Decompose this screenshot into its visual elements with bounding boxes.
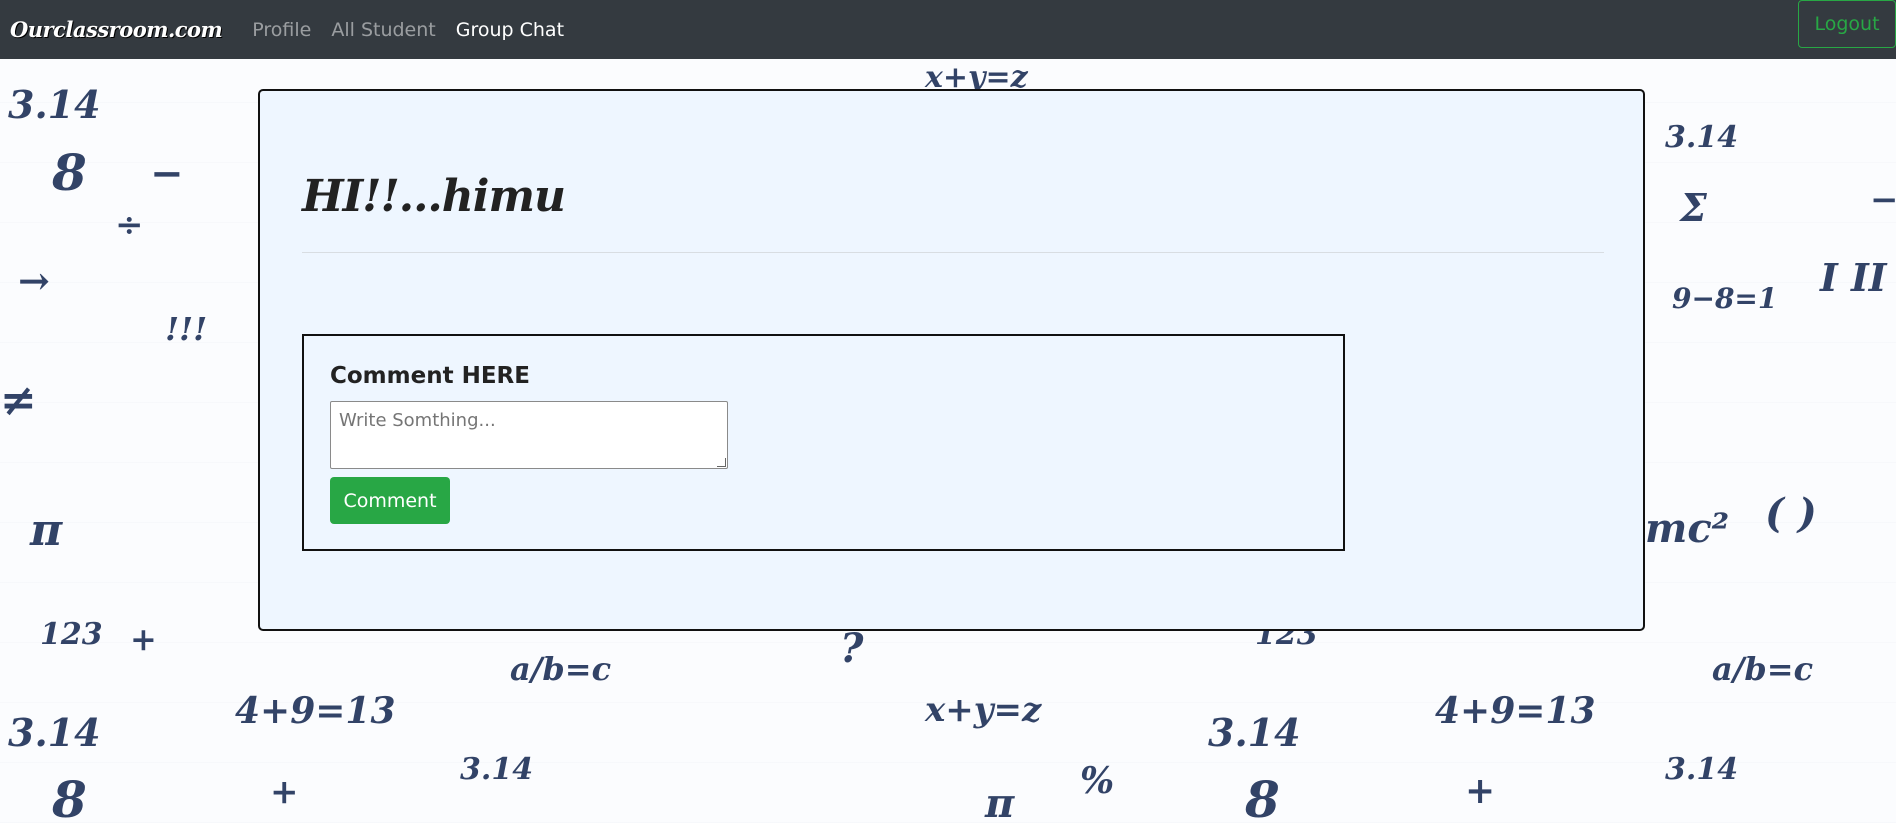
- divider: [302, 252, 1604, 253]
- doodle-text: mc²: [1645, 505, 1730, 552]
- resize-grip-icon[interactable]: [717, 458, 726, 467]
- doodle-text: 4+9=13: [235, 690, 396, 732]
- doodle-text: 8: [52, 143, 87, 202]
- nav-link-all-student[interactable]: All Student: [331, 19, 435, 41]
- top-navbar: Ourclassroom.com Profile All Student Gro…: [0, 0, 1896, 59]
- doodle-text: 3.14: [460, 752, 534, 787]
- comment-button[interactable]: Comment: [330, 477, 450, 524]
- main-card: HI!!...himu Comment HERE Comment: [258, 89, 1645, 631]
- doodle-text: I II: [1820, 255, 1887, 300]
- comment-form: Comment HERE Comment: [302, 334, 1345, 551]
- greeting-heading: HI!!...himu: [302, 171, 566, 222]
- doodle-text: ( ): [1765, 490, 1817, 537]
- doodle-text: →: [18, 258, 50, 303]
- doodle-text: −: [1870, 180, 1896, 220]
- doodle-text: ?: [840, 625, 864, 672]
- doodle-text: +: [130, 620, 157, 658]
- doodle-text: π: [30, 505, 63, 556]
- doodle-text: ÷: [115, 205, 144, 245]
- doodle-text: 3.14: [1665, 120, 1739, 155]
- doodle-text: x+y=z: [925, 690, 1042, 730]
- doodle-text: a/b=c: [1712, 650, 1814, 688]
- doodle-text: +: [270, 772, 299, 812]
- doodle-text: +: [1465, 770, 1496, 812]
- doodle-text: π: [985, 780, 1015, 823]
- doodle-text: 3.14: [8, 82, 101, 127]
- nav-link-profile[interactable]: Profile: [252, 19, 311, 41]
- doodle-text: 123: [40, 617, 103, 652]
- doodle-text: a/b=c: [510, 650, 612, 688]
- doodle-text: %: [1080, 760, 1115, 802]
- doodle-text: 3.14: [1208, 710, 1301, 755]
- logout-button[interactable]: Logout: [1798, 0, 1896, 48]
- doodle-text: −: [150, 150, 184, 197]
- doodle-text: !!!: [165, 310, 208, 348]
- comment-title: Comment HERE: [330, 363, 530, 389]
- nav-link-group-chat[interactable]: Group Chat: [456, 19, 564, 41]
- doodle-text: 3.14: [1665, 752, 1739, 787]
- doodle-text: 3.14: [8, 710, 101, 755]
- doodle-text: 9−8=1: [1672, 282, 1778, 315]
- doodle-text: Σ: [1680, 185, 1707, 230]
- doodle-text: 8: [1245, 770, 1280, 823]
- doodle-text: 4+9=13: [1435, 690, 1596, 732]
- comment-textarea[interactable]: [330, 401, 728, 469]
- brand-logo[interactable]: Ourclassroom.com: [10, 17, 223, 42]
- doodle-text: 8: [52, 770, 87, 823]
- doodle-text: ≠: [0, 375, 37, 426]
